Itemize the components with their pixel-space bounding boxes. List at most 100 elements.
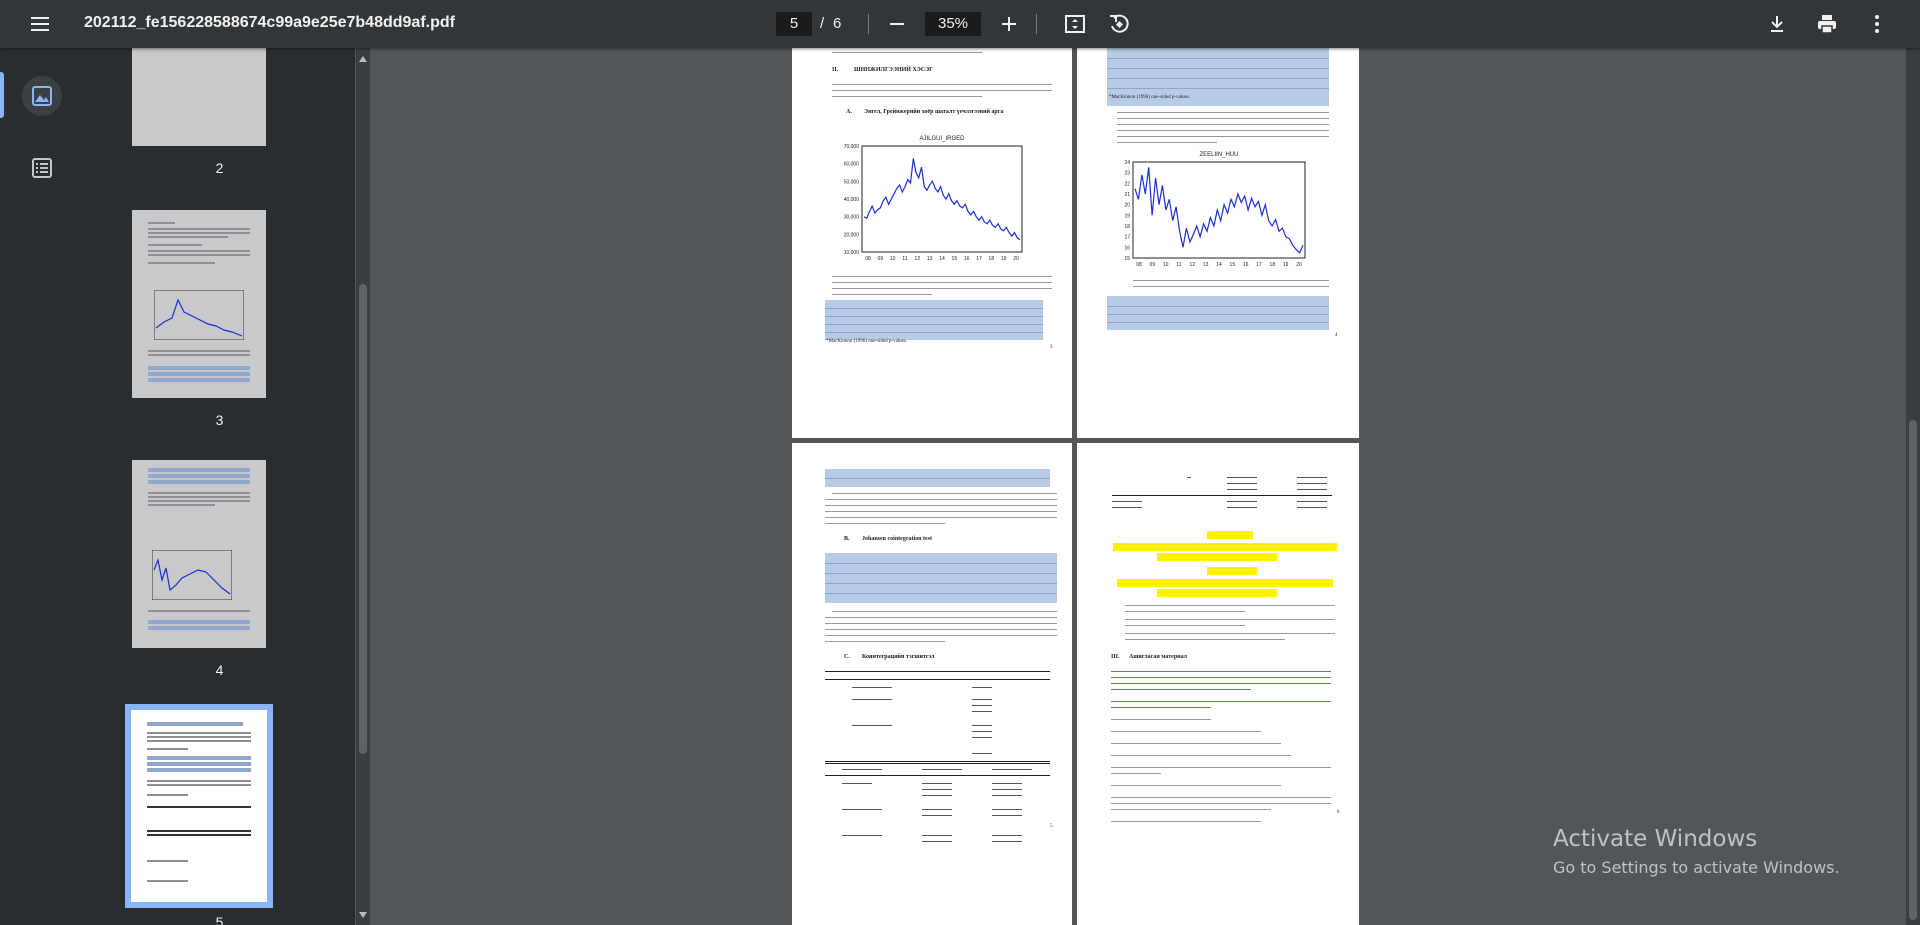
subsection-number: B.	[844, 536, 850, 542]
reference-link[interactable]	[1111, 677, 1331, 678]
fit-page-icon[interactable]	[1063, 12, 1087, 36]
print-icon[interactable]	[1815, 12, 1839, 36]
page-thumbnail-4[interactable]	[132, 460, 266, 648]
x-tick-label: 11	[902, 256, 907, 262]
x-tick-label: 12	[915, 256, 921, 262]
rotate-icon[interactable]	[1107, 12, 1131, 36]
x-tick-label: 09	[878, 256, 884, 262]
y-tick-label: 10,000	[844, 250, 860, 256]
download-icon[interactable]	[1765, 12, 1789, 36]
x-tick-label: 13	[1203, 262, 1209, 268]
reference-link[interactable]	[1111, 689, 1251, 690]
watermark-title: Activate Windows	[1553, 826, 1758, 852]
zoom-level[interactable]: 35%	[925, 12, 981, 36]
johansen-table	[825, 553, 1057, 603]
subsection-title: Коинтеграцийн тэгшитгэл	[862, 654, 935, 660]
reference-link[interactable]	[1111, 671, 1331, 672]
thumbnail-label: 5	[215, 914, 224, 925]
subsection-number: C.	[844, 654, 850, 660]
section-number: II.	[832, 67, 839, 73]
watermark-subtitle: Go to Settings to activate Windows.	[1553, 858, 1840, 877]
sidebar-scrollbar[interactable]	[356, 48, 370, 925]
menu-icon[interactable]	[28, 12, 52, 36]
pdf-page-3: II. ШИНЖИЛГЭЭНИЙ ХЭСЭГ A. Энгел, Грейнже…	[792, 48, 1072, 438]
subsection-title: Энгел, Грейнжерийн хоёр шаталт үечлэгээн…	[864, 109, 1004, 115]
viewer-scrollbar[interactable]	[1906, 48, 1920, 925]
page-thumbnail-3[interactable]	[132, 210, 266, 398]
x-tick-label: 18	[989, 256, 995, 262]
series-line	[863, 158, 1021, 241]
x-tick-label: 09	[1150, 262, 1156, 268]
y-tick-label: 60,000	[844, 162, 860, 168]
zoom-out-icon[interactable]	[885, 12, 909, 36]
x-tick-label: 19	[1283, 262, 1289, 268]
y-tick-label: 15	[1124, 256, 1130, 262]
pdf-page-4: *MacKinnon (1996) one-sided p-values. ZE…	[1077, 48, 1359, 438]
file-name: 202112_fe156228588674c99a9e25e7b48dd9af.…	[84, 14, 455, 31]
thumbnail-label: 2	[215, 160, 224, 176]
x-tick-label: 12	[1190, 262, 1196, 268]
series-line	[1134, 167, 1304, 254]
x-tick-label: 17	[976, 256, 982, 262]
chart-zeeliin-huu: ZEELIIN_HUU 24 23 22 21 20 19 18 17 16 15 08 09 10 11 1…	[1124, 152, 1306, 268]
chart-title: AJILGUI_IRGED	[919, 136, 965, 142]
y-tick-label: 24	[1124, 160, 1130, 166]
subsection-title: Johansen cointegration test	[862, 536, 932, 542]
thumbnail-label: 4	[215, 662, 224, 678]
zoom-in-icon[interactable]	[997, 12, 1021, 36]
y-tick-label: 40,000	[844, 197, 860, 203]
more-vert-icon[interactable]	[1865, 12, 1889, 36]
table-note: *MacKinnon (1996) one-sided p-values.	[826, 339, 908, 344]
table-note: *MacKinnon (1996) one-sided p-values.	[1109, 95, 1191, 100]
x-tick-label: 08	[1136, 262, 1142, 268]
highlighted-equation	[1207, 531, 1253, 539]
page-number: 3	[1050, 345, 1053, 350]
section-title: ШИНЖИЛГЭЭНИЙ ХЭСЭГ	[854, 67, 933, 73]
y-tick-label: 30,000	[844, 215, 860, 221]
x-tick-label: 11	[1176, 262, 1181, 268]
x-tick-label: 10	[1163, 262, 1169, 268]
page-number-input[interactable]: 5	[776, 12, 812, 36]
outline-icon[interactable]	[22, 148, 62, 188]
highlighted-equation	[1157, 553, 1277, 561]
thumbnails-icon[interactable]	[22, 76, 62, 116]
page-separator: /	[820, 15, 825, 32]
y-tick-label: 50,000	[844, 179, 860, 185]
y-tick-label: 19	[1124, 213, 1130, 219]
reference-link[interactable]	[1111, 701, 1331, 702]
x-tick-label: 14	[939, 256, 945, 262]
y-tick-label: 16	[1124, 245, 1130, 251]
x-tick-label: 15	[1230, 262, 1236, 268]
plot-area	[1132, 161, 1306, 259]
y-tick-label: 18	[1124, 224, 1130, 230]
x-tick-label: 20	[1013, 256, 1019, 262]
page-thumbnail-2[interactable]	[132, 48, 266, 146]
x-tick-label: 16	[964, 256, 970, 262]
highlighted-equation	[1113, 543, 1337, 551]
reference-link[interactable]	[1111, 707, 1211, 708]
x-tick-label: 20	[1296, 262, 1302, 268]
adf-table	[1107, 296, 1329, 330]
scroll-up-arrow[interactable]	[359, 56, 367, 62]
pdf-toolbar: 202112_fe156228588674c99a9e25e7b48dd9af.…	[0, 0, 1920, 48]
section-title: Ашигласан материал	[1129, 654, 1188, 660]
y-tick-label: 22	[1124, 181, 1130, 187]
activate-windows-watermark: Activate Windows Go to Settings to activ…	[1553, 826, 1840, 877]
document-viewer[interactable]: II. ШИНЖИЛГЭЭНИЙ ХЭСЭГ A. Энгел, Грейнже…	[372, 48, 1920, 925]
y-tick-label: 20,000	[844, 232, 860, 238]
scroll-down-arrow[interactable]	[359, 912, 367, 918]
active-indicator	[0, 72, 4, 118]
pdf-page-6: III. Ашигласан материал 6	[1077, 443, 1359, 925]
pdf-page-5: B. Johansen cointegration test C. Коинте…	[792, 443, 1072, 925]
page-thumbnail-5[interactable]	[125, 704, 273, 908]
y-tick-label: 17	[1124, 235, 1130, 241]
total-pages: 6	[833, 15, 842, 32]
reference-link[interactable]	[1111, 683, 1331, 684]
chart-title: ZEELIIN_HUU	[1199, 152, 1238, 158]
highlighted-equation	[1157, 589, 1277, 597]
page-number: 4	[1335, 333, 1338, 338]
thumbnail-list: 2 3 4 5	[84, 48, 355, 925]
toolbar-divider	[1036, 14, 1037, 34]
thumbnail-label: 3	[215, 412, 224, 428]
thumbnail-chart	[154, 290, 244, 340]
